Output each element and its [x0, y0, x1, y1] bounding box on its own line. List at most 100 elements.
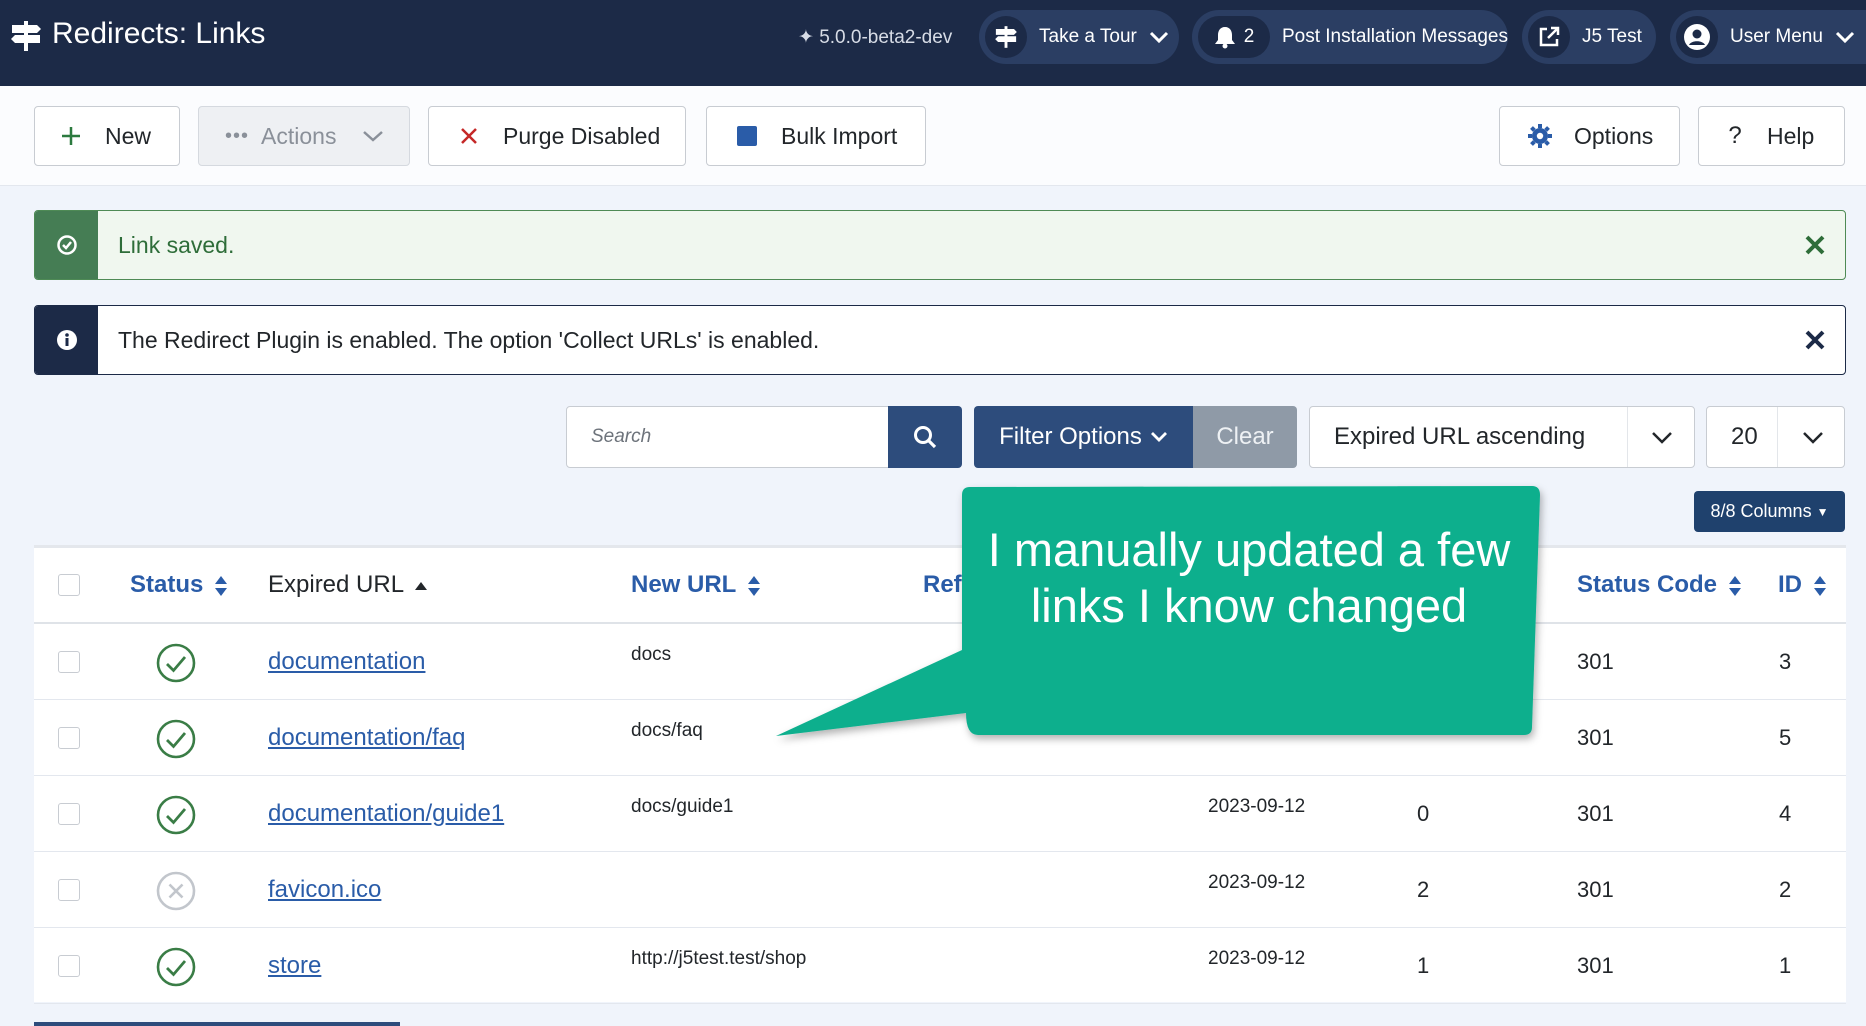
filter-options-label: Filter Options — [999, 423, 1142, 450]
status-enabled-icon[interactable] — [156, 643, 196, 683]
help-button[interactable]: ? Help — [1698, 106, 1845, 166]
more-dots-icon: ••• — [225, 124, 250, 147]
site-link-label: J5 Test — [1582, 26, 1642, 47]
status-code-value: 301 — [1577, 953, 1614, 978]
search-button[interactable] — [888, 406, 962, 468]
new-url-value: docs — [631, 644, 672, 665]
post-installation-label: Post Installation Messages — [1281, 26, 1508, 47]
filter-options-button[interactable]: Filter Options — [974, 406, 1193, 468]
bulk-import-label: Bulk Import — [781, 122, 898, 149]
sort-icon — [1728, 575, 1741, 596]
actions-label: Actions — [261, 122, 337, 149]
top-header: Redirects: Links ✦ 5.0.0-beta2-dev Take … — [0, 0, 1866, 86]
id-value: 2 — [1779, 877, 1792, 902]
row-checkbox[interactable] — [58, 879, 80, 901]
success-message: Link saved. — [118, 231, 235, 258]
expired-url-link[interactable]: documentation/faq — [268, 724, 465, 752]
caret-down-icon: ▼ — [1816, 504, 1829, 519]
new-url-value: http://j5test.test/shop — [631, 948, 807, 969]
info-icon — [35, 306, 98, 374]
new-url-value: docs/faq — [631, 720, 703, 741]
expired-url-link[interactable]: documentation/guide1 — [268, 800, 504, 828]
callout-text: I manually updated a few links I know ch… — [987, 523, 1511, 632]
user-menu-button[interactable]: User Menu — [1670, 10, 1866, 64]
chevron-down-icon — [363, 131, 384, 142]
table-row: documentation/faq docs/faq 301 5 — [34, 700, 1846, 776]
row-checkbox[interactable] — [58, 803, 80, 825]
close-icon — [1805, 330, 1825, 350]
new-url-value: docs/guide1 — [631, 796, 734, 817]
table-row: documentation/guide1 docs/guide1 2023-09… — [34, 776, 1846, 852]
close-alert-button[interactable] — [1785, 329, 1845, 351]
limit-select[interactable]: 20 — [1706, 406, 1845, 468]
question-icon: ? — [1728, 122, 1742, 149]
chevron-down-icon — [1150, 432, 1167, 442]
id-value: 5 — [1779, 725, 1792, 750]
row-checkbox[interactable] — [58, 955, 80, 977]
search-input[interactable] — [566, 406, 889, 468]
bell-icon — [1214, 27, 1235, 49]
expired-url-link[interactable]: documentation — [268, 648, 425, 676]
user-menu-label: User Menu — [1730, 26, 1823, 47]
clear-button[interactable]: Clear — [1193, 406, 1297, 468]
sort-ascending-icon — [414, 581, 427, 590]
created-date: 2023-09-12 — [1208, 796, 1306, 817]
sort-icon — [215, 575, 228, 596]
table-row: documentation docs 301 3 — [34, 624, 1846, 700]
post-installation-messages-button[interactable]: 2 Post Installation Messages — [1192, 10, 1508, 64]
options-button[interactable]: Options — [1499, 106, 1680, 166]
notification-count: 2 — [1243, 26, 1255, 47]
id-value: 3 — [1779, 649, 1792, 674]
status-enabled-icon[interactable] — [156, 795, 196, 835]
expired-url-link[interactable]: store — [268, 952, 321, 980]
external-link-icon — [1528, 16, 1570, 58]
signpost-icon — [985, 16, 1027, 58]
select-all-checkbox[interactable] — [58, 574, 80, 596]
id-column-header[interactable]: ID — [1778, 571, 1827, 599]
actions-dropdown[interactable]: ••• Actions — [198, 106, 410, 166]
status-code-column-header[interactable]: Status Code — [1577, 571, 1742, 599]
notification-badge: 2 — [1198, 16, 1270, 58]
status-code-value: 301 — [1577, 877, 1614, 902]
hits-value: 0 — [1417, 801, 1430, 826]
status-column-header[interactable]: Status — [130, 571, 228, 599]
close-icon — [1805, 235, 1825, 255]
columns-button[interactable]: 8/8 Columns ▼ — [1694, 491, 1845, 532]
new-label: New — [105, 122, 152, 149]
check-circle-icon — [35, 211, 98, 279]
expired-url-column-header[interactable]: Expired URL — [268, 571, 428, 599]
purge-disabled-button[interactable]: Purge Disabled — [428, 106, 686, 166]
expired-url-link[interactable]: favicon.ico — [268, 876, 381, 904]
status-disabled-icon[interactable] — [156, 871, 196, 911]
new-url-column-header[interactable]: New URL — [631, 571, 761, 599]
gear-icon — [1526, 122, 1554, 150]
row-checkbox[interactable] — [58, 727, 80, 749]
id-value: 1 — [1779, 953, 1792, 978]
options-label: Options — [1574, 122, 1654, 149]
status-enabled-icon[interactable] — [156, 719, 196, 759]
row-checkbox[interactable] — [58, 651, 80, 673]
sort-value: Expired URL ascending — [1334, 423, 1586, 450]
status-enabled-icon[interactable] — [156, 947, 196, 987]
chevron-down-icon — [1652, 432, 1672, 444]
bulk-import-button[interactable]: Bulk Import — [706, 106, 926, 166]
referrer-column-header[interactable]: Refe — [923, 571, 975, 599]
site-link-button[interactable]: J5 Test — [1522, 10, 1656, 64]
close-alert-button[interactable] — [1785, 234, 1845, 256]
plus-icon — [57, 122, 85, 150]
created-date: 2023-09-12 — [1208, 872, 1306, 893]
info-message: The Redirect Plugin is enabled. The opti… — [118, 326, 820, 353]
pagination-accent — [34, 1022, 400, 1026]
clear-label: Clear — [1216, 423, 1274, 450]
sort-select[interactable]: Expired URL ascending — [1309, 406, 1695, 468]
columns-label: 8/8 Columns — [1710, 501, 1812, 521]
table-row: favicon.ico 2023-09-12 2 301 2 — [34, 852, 1846, 928]
chevron-down-icon — [1149, 31, 1168, 44]
help-label: Help — [1767, 122, 1815, 149]
chevron-down-icon — [1803, 432, 1823, 444]
close-x-icon — [455, 122, 483, 150]
success-alert: Link saved. — [34, 210, 1846, 280]
new-button[interactable]: New — [34, 106, 180, 166]
table-header: Status Expired URL New URL Refe Status C… — [34, 548, 1846, 624]
take-tour-button[interactable]: Take a Tour — [979, 10, 1179, 64]
